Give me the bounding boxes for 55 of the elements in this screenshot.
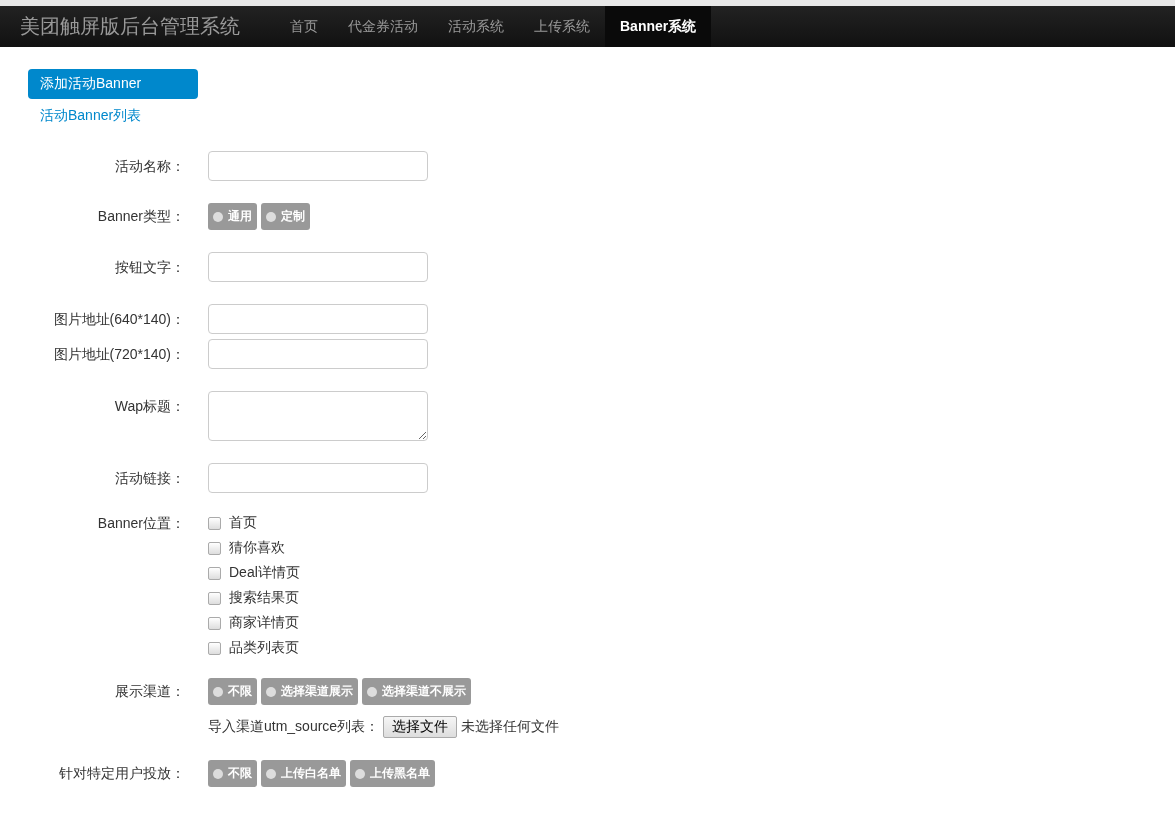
radio-icon[interactable] (266, 211, 276, 222)
nav-tab[interactable]: 代金券活动 (333, 6, 433, 47)
field-label: Banner类型： (96, 207, 185, 226)
radio-icon[interactable] (266, 768, 276, 779)
input-field[interactable] (208, 151, 428, 181)
nav-tab[interactable]: Banner系统 (605, 6, 712, 47)
field-label: Wap标题： (113, 397, 185, 416)
checkbox[interactable] (208, 591, 221, 605)
radio-option[interactable]: 不限 (208, 678, 257, 705)
input-field[interactable] (208, 304, 428, 334)
radio-icon[interactable] (367, 686, 377, 697)
checkbox[interactable] (208, 566, 221, 580)
text-area[interactable] (208, 391, 428, 441)
file-label: 导入渠道utm_source列表： (208, 718, 380, 736)
radio-option[interactable]: 上传黑名单 (350, 760, 435, 787)
field-label: 活动名称： (114, 157, 185, 176)
nav-tab[interactable]: 上传系统 (519, 6, 605, 47)
radio-icon[interactable] (355, 768, 365, 779)
sidebar-link[interactable]: 活动Banner列表 (28, 101, 198, 131)
field-label: 展示渠道： (114, 682, 185, 701)
checkbox[interactable] (208, 616, 221, 630)
choose-file-button[interactable]: 选择文件 (383, 716, 458, 738)
checkbox-label: 猜你喜欢 (229, 539, 285, 557)
checkbox[interactable] (208, 641, 221, 655)
input-field[interactable] (208, 252, 428, 282)
checkbox-label: 首页 (229, 514, 257, 532)
checkbox-label: Deal详情页 (229, 564, 300, 582)
checkbox-label: 商家详情页 (229, 614, 299, 632)
radio-option[interactable]: 定制 (261, 203, 310, 230)
radio-icon[interactable] (266, 686, 276, 697)
field-label: 按钮文字： (114, 258, 185, 277)
nav-tab[interactable]: 首页 (275, 6, 333, 47)
checkbox[interactable] (208, 541, 221, 555)
radio-option[interactable]: 选择渠道展示 (261, 678, 358, 705)
brand-title: 美团触屏版后台管理系统 (19, 14, 241, 39)
radio-icon[interactable] (213, 211, 223, 222)
sidebar-link[interactable]: 添加活动Banner (28, 69, 198, 99)
radio-icon[interactable] (213, 768, 223, 779)
field-label: 针对特定用户投放： (58, 764, 185, 783)
checkbox-label: 搜索结果页 (229, 589, 299, 607)
input-field[interactable] (208, 339, 428, 369)
radio-option[interactable]: 上传白名单 (261, 760, 346, 787)
field-label: 图片地址(720*140)： (52, 345, 185, 364)
field-label: Banner位置： (96, 515, 185, 533)
field-label: 活动链接： (114, 469, 185, 488)
radio-icon[interactable] (213, 686, 223, 697)
file-status: 未选择任何文件 (461, 718, 560, 736)
checkbox[interactable] (208, 516, 221, 530)
radio-option[interactable]: 通用 (208, 203, 257, 230)
input-field[interactable] (208, 463, 428, 493)
nav-tab[interactable]: 活动系统 (433, 6, 519, 47)
checkbox-label: 品类列表页 (229, 639, 299, 657)
radio-option[interactable]: 选择渠道不展示 (362, 678, 471, 705)
field-label: 图片地址(640*140)： (52, 310, 185, 329)
radio-option[interactable]: 不限 (208, 760, 257, 787)
